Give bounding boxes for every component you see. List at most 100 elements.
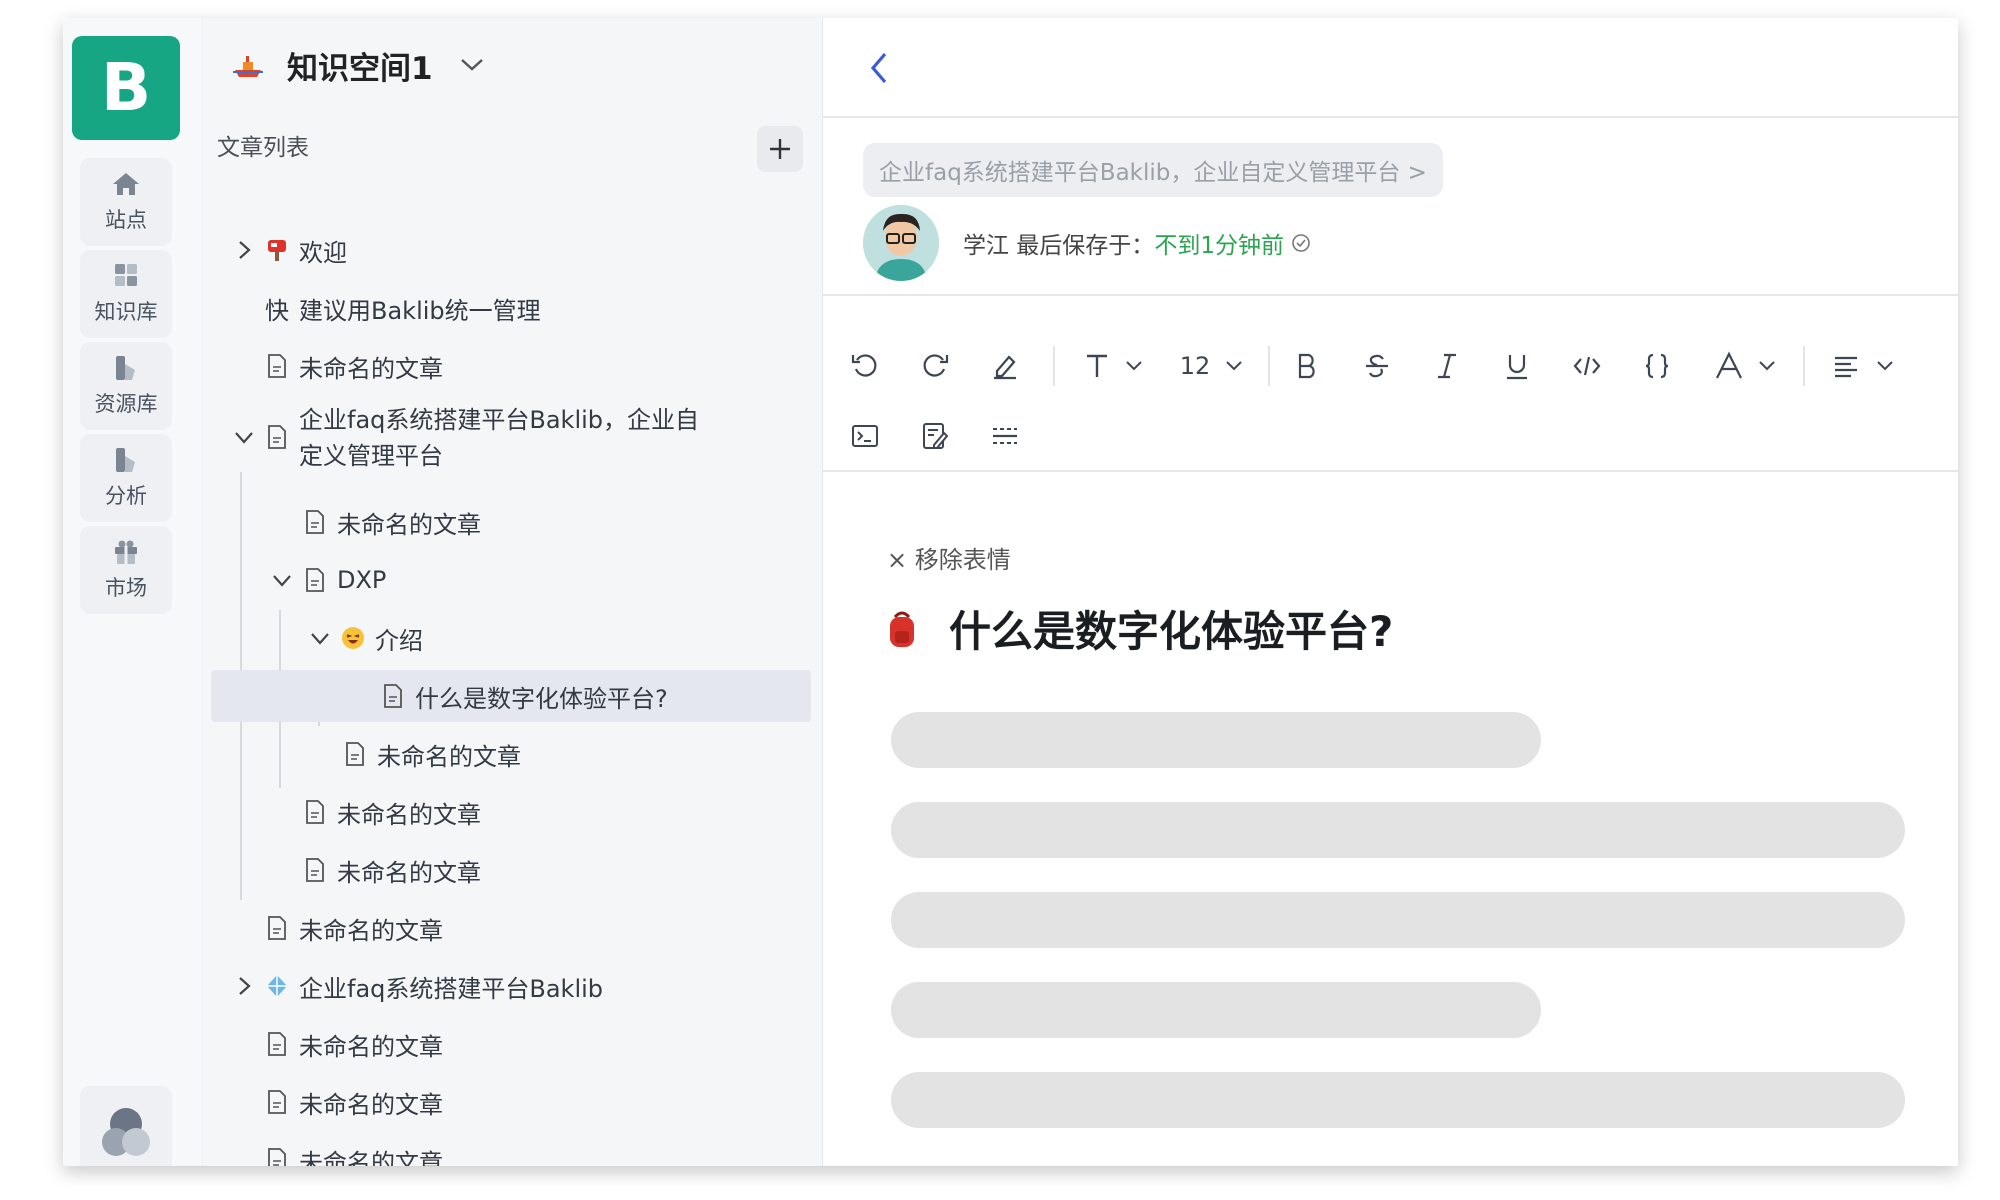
italic-button[interactable] <box>1427 344 1467 388</box>
chevron-down-icon[interactable] <box>309 627 331 649</box>
toolbar-divider <box>1053 346 1055 386</box>
document-icon <box>306 800 324 824</box>
tree-item[interactable]: 未命名的文章 <box>343 728 521 780</box>
breadcrumb[interactable]: 企业faq系统搭建平台Baklib，企业自定义管理平台 > <box>863 143 1443 197</box>
tree-item-welcome[interactable]: 欢迎 <box>233 224 347 276</box>
plus-icon <box>770 139 790 159</box>
bold-button[interactable] <box>1287 344 1327 388</box>
gift-icon <box>115 540 137 564</box>
tree-item[interactable]: 未命名的文章 <box>303 786 481 838</box>
strikethrough-button[interactable] <box>1357 344 1397 388</box>
tree-item[interactable]: 未命名的文章 <box>265 1134 443 1166</box>
clear-format-button[interactable] <box>985 344 1025 388</box>
edit-note-button[interactable] <box>915 414 955 458</box>
loading-skeleton-line <box>891 1072 1905 1128</box>
undo-button[interactable] <box>845 344 885 388</box>
backpack-icon[interactable] <box>885 609 919 649</box>
article-tree-panel: 知识空间1 文章列表 欢迎 快 建议用Baklib统一管理 未命名的文章 企业f… <box>203 18 823 1166</box>
remove-emoji-button[interactable]: × 移除表情 <box>887 540 1011 575</box>
eraser-icon <box>994 355 1016 380</box>
braces-icon <box>1645 353 1669 379</box>
resource-icon <box>116 356 135 380</box>
rail-item-resources[interactable]: 资源库 <box>80 342 172 430</box>
chevron-down-icon <box>1226 361 1242 371</box>
edit-note-icon <box>923 423 949 449</box>
rail-item-site[interactable]: 站点 <box>80 158 172 246</box>
toolbar-divider <box>1268 346 1270 386</box>
document-icon <box>306 858 324 882</box>
divider-button[interactable] <box>985 414 1025 458</box>
document-icon <box>268 354 286 378</box>
rail-item-analytics[interactable]: 分析 <box>80 434 172 522</box>
chevron-right-icon[interactable] <box>233 239 255 261</box>
document-icon <box>346 742 364 766</box>
chevron-down-icon[interactable] <box>271 569 293 591</box>
tree-item[interactable]: 未命名的文章 <box>265 340 443 392</box>
analytics-icon <box>116 448 135 472</box>
user-avatar-icon <box>102 1108 150 1156</box>
tree-item-selected[interactable]: 什么是数字化体验平台? <box>211 670 811 722</box>
document-title[interactable]: 什么是数字化体验平台? <box>949 598 1393 659</box>
undo-icon <box>851 354 877 377</box>
redo-button[interactable] <box>915 344 955 388</box>
tree-item-baklib-folder[interactable]: 企业faq系统搭建平台Baklib，企业自 定义管理平台 <box>233 402 699 474</box>
tree-item[interactable]: 未命名的文章 <box>303 844 481 896</box>
person-avatar-icon <box>863 205 939 281</box>
chevron-down-icon <box>1877 361 1893 371</box>
horizontal-rule-icon <box>993 428 1017 444</box>
document-icon <box>268 1032 286 1056</box>
underline-icon <box>1507 355 1527 380</box>
code-block-button[interactable] <box>1637 344 1677 388</box>
loading-skeleton-line <box>891 712 1541 768</box>
tree-item[interactable]: 快 建议用Baklib统一管理 <box>265 282 541 334</box>
space-switcher[interactable]: 知识空间1 <box>231 40 485 90</box>
add-article-button[interactable] <box>757 126 803 172</box>
terminal-button[interactable] <box>845 414 885 458</box>
font-size-dropdown[interactable]: 12 <box>1169 344 1255 388</box>
tree-item-intro[interactable]: 介绍 <box>309 612 423 664</box>
editor-topbar <box>823 18 1958 118</box>
mailbox-icon <box>268 240 286 261</box>
code-icon <box>1573 356 1601 376</box>
tree-item[interactable]: 未命名的文章 <box>265 1018 443 1070</box>
font-color-dropdown[interactable] <box>1703 344 1787 388</box>
save-status: 学江 最后保存于： 不到1分钟前 <box>863 205 1312 281</box>
author-label: 学江 最后保存于： <box>963 233 1155 259</box>
bold-icon <box>1298 353 1315 379</box>
tree-item-dxp[interactable]: DXP <box>271 554 386 606</box>
heading-dropdown[interactable] <box>1073 344 1153 388</box>
loading-skeleton-line <box>891 892 1905 948</box>
inline-code-button[interactable] <box>1567 344 1607 388</box>
terminal-icon <box>852 425 878 447</box>
rail-item-label: 站点 <box>105 208 147 232</box>
app-window: B 站点 知识库 资源库 分析 市场 知识空间1 文章列表 欢迎 快 建议用Ba… <box>63 18 1958 1166</box>
back-arrow-icon[interactable] <box>865 48 893 88</box>
chevron-right-icon[interactable] <box>233 975 255 997</box>
rail-item-market[interactable]: 市场 <box>80 526 172 614</box>
space-title: 知识空间1 <box>287 50 433 87</box>
brand-logo[interactable]: B <box>72 36 180 140</box>
tree-item[interactable]: 未命名的文章 <box>265 902 443 954</box>
document-title-row: 什么是数字化体验平台? <box>885 598 1393 659</box>
document-icon <box>268 916 286 940</box>
toolbar-divider <box>1803 346 1805 386</box>
tree-item-baklib[interactable]: 企业faq系统搭建平台Baklib <box>233 960 603 1012</box>
check-circle-icon <box>1292 234 1310 252</box>
chevron-down-icon <box>460 59 483 71</box>
redo-icon <box>923 354 949 377</box>
document-icon <box>268 1148 286 1166</box>
chevron-down-icon[interactable] <box>233 426 255 448</box>
rail-item-label: 资源库 <box>94 392 158 416</box>
rail-item-knowledge[interactable]: 知识库 <box>80 250 172 338</box>
document-icon <box>384 684 402 708</box>
user-menu[interactable] <box>80 1086 172 1166</box>
tree-item[interactable]: 未命名的文章 <box>303 496 481 548</box>
document-icon <box>306 510 324 534</box>
rail-item-label: 知识库 <box>94 300 158 324</box>
tree-item[interactable]: 未命名的文章 <box>265 1076 443 1128</box>
home-icon <box>113 173 139 195</box>
chevron-down-icon <box>1126 361 1142 371</box>
laughing-emoji-icon <box>342 627 364 649</box>
align-dropdown[interactable] <box>1823 344 1903 388</box>
underline-button[interactable] <box>1497 344 1537 388</box>
